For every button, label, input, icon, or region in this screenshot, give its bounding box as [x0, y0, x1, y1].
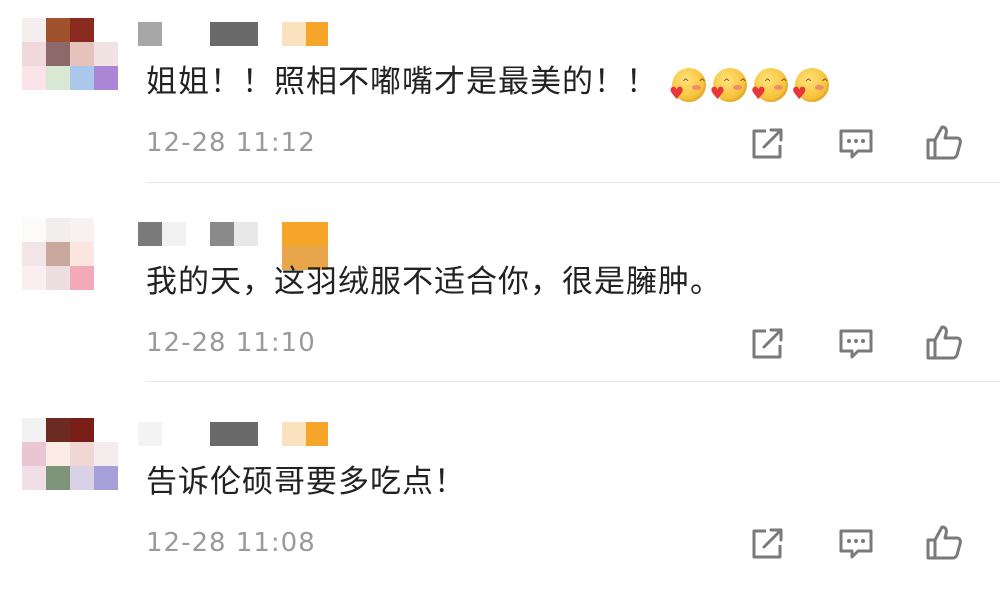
comment-timestamp: 12-28 11:12	[146, 128, 316, 158]
comment-text: 告诉伦硕哥要多吃点！	[146, 464, 466, 500]
share-icon	[752, 528, 783, 559]
comment-timestamp: 12-28 11:08	[146, 528, 316, 558]
comment-item: 告诉伦硕哥要多吃点！ 12-28 11:08	[0, 400, 1000, 600]
divider	[146, 182, 1000, 183]
comment-icon	[839, 529, 873, 559]
comment-text-content: 姐姐！！照相不嘟嘴才是最美的！！	[146, 64, 658, 100]
username-mosaic[interactable]	[138, 422, 358, 446]
comment-text: 我的天，这羽绒服不适合你，很是臃肿。	[146, 264, 722, 300]
comment-item: 我的天，这羽绒服不适合你，很是臃肿。 12-28 11:10	[0, 200, 1000, 400]
avatar-mosaic[interactable]	[22, 18, 118, 90]
thumbs-up-icon	[926, 325, 962, 360]
like-button[interactable]	[924, 523, 964, 563]
smitten-emoji-icon: ^ ^ ♥	[710, 68, 747, 103]
like-button[interactable]	[924, 123, 964, 163]
share-button[interactable]	[748, 123, 788, 163]
divider	[146, 381, 1000, 382]
smitten-emoji-icon: ^ ^ ♥	[669, 68, 706, 103]
share-button[interactable]	[748, 323, 788, 363]
reply-button[interactable]	[836, 323, 876, 363]
share-icon	[752, 128, 783, 159]
reply-button[interactable]	[836, 523, 876, 563]
smitten-emoji-icon: ^ ^ ♥	[792, 68, 829, 103]
share-button[interactable]	[748, 523, 788, 563]
comment-text: 姐姐！！照相不嘟嘴才是最美的！！ ^ ^ ♥ ^ ^ ♥ ^ ^ ♥ ^ ^ ♥	[146, 62, 829, 104]
comment-icon	[839, 329, 873, 359]
reply-button[interactable]	[836, 123, 876, 163]
comment-item: 姐姐！！照相不嘟嘴才是最美的！！ ^ ^ ♥ ^ ^ ♥ ^ ^ ♥ ^ ^ ♥ 12-…	[0, 0, 1000, 200]
avatar-mosaic[interactable]	[22, 418, 118, 490]
avatar-mosaic[interactable]	[22, 218, 118, 290]
smitten-emoji-icon: ^ ^ ♥	[751, 68, 788, 103]
emoji-group: ^ ^ ♥ ^ ^ ♥ ^ ^ ♥ ^ ^ ♥	[669, 64, 829, 104]
like-button[interactable]	[924, 323, 964, 363]
comment-timestamp: 12-28 11:10	[146, 328, 316, 358]
share-icon	[752, 328, 783, 359]
comment-icon	[839, 129, 873, 159]
username-mosaic[interactable]	[138, 22, 358, 46]
username-mosaic[interactable]	[138, 222, 358, 270]
thumbs-up-icon	[926, 125, 962, 160]
thumbs-up-icon	[926, 525, 962, 560]
